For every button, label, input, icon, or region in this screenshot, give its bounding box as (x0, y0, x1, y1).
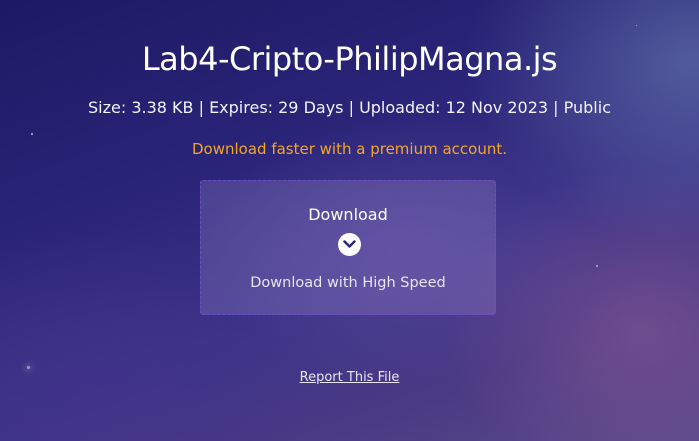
file-title: Lab4-Cripto-PhilipMagna.js (141, 40, 558, 78)
background-star (27, 366, 30, 369)
report-file-link[interactable]: Report This File (300, 370, 400, 385)
chevron-down-circle-icon (338, 233, 361, 256)
download-button[interactable]: Download Download with High Speed (200, 180, 496, 315)
background-star (596, 265, 598, 267)
download-label: Download (308, 205, 388, 224)
background-star (31, 133, 33, 135)
background-star (636, 25, 637, 26)
download-high-speed-label: Download with High Speed (250, 275, 446, 291)
premium-account-link[interactable]: Download faster with a premium account. (0, 140, 699, 158)
report-file-container: Report This File (0, 370, 699, 385)
file-meta-info: Size: 3.38 KB | Expires: 29 Days | Uploa… (88, 98, 611, 117)
